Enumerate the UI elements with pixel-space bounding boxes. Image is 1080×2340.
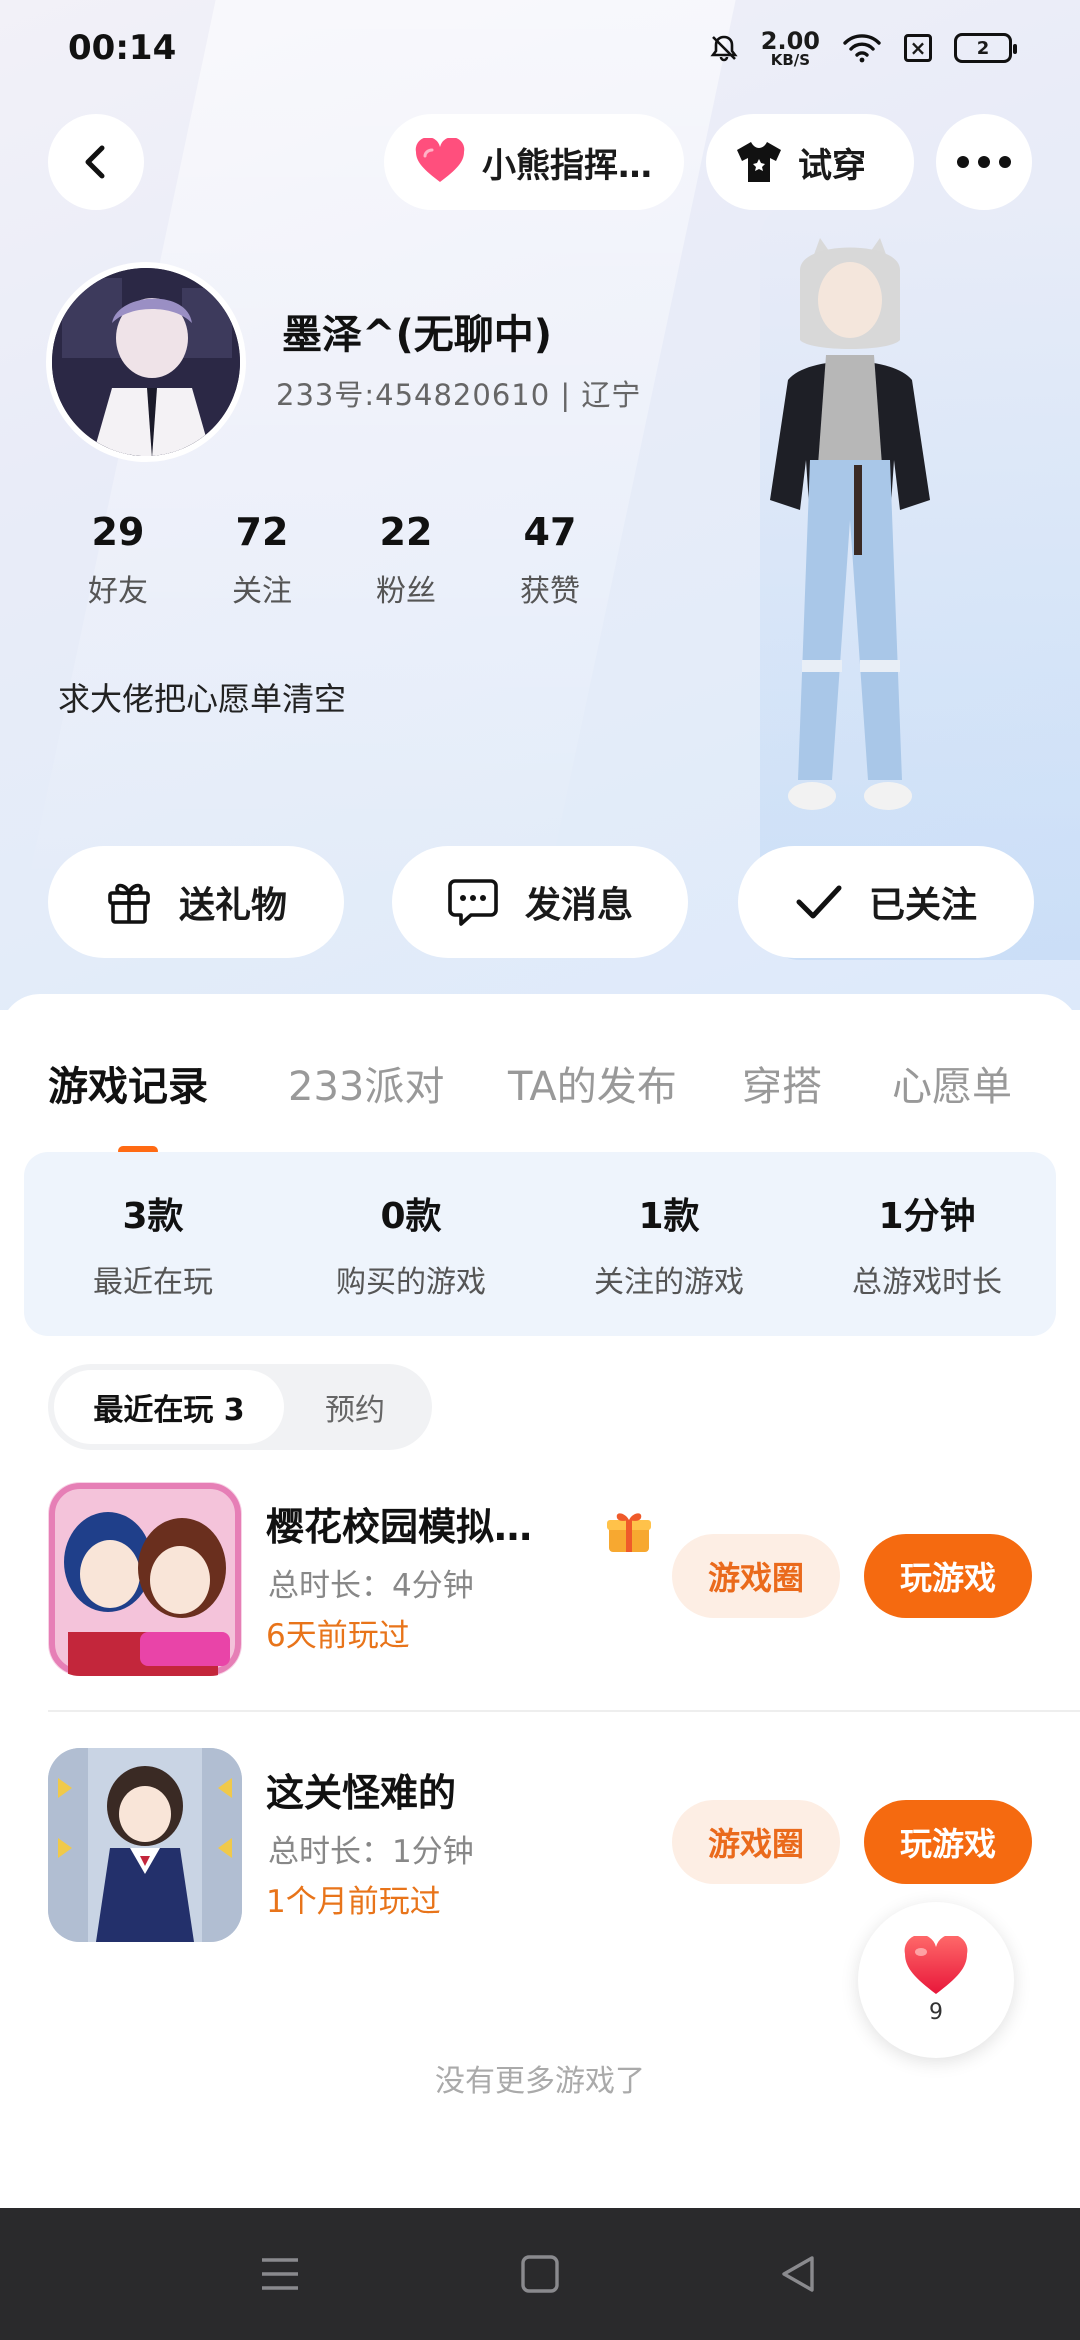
- summary-followed: 1款 关注的游戏: [594, 1196, 744, 1300]
- menu-lines-icon: [262, 2258, 298, 2290]
- profile-stats: 29 好友 72 关注 22 粉丝 47 获赞: [46, 510, 622, 610]
- mini-game-button[interactable]: 小熊指挥…: [384, 114, 684, 210]
- status-icons: 2.00 KB/S × 2: [709, 26, 1017, 69]
- back-key[interactable]: [766, 2242, 830, 2306]
- tshirt-icon: [737, 142, 781, 182]
- try-on-label: 试穿: [798, 145, 866, 186]
- menu-key[interactable]: [248, 2242, 312, 2306]
- play-game-button[interactable]: 玩游戏: [864, 1800, 1032, 1884]
- message-bubble-icon: [448, 879, 498, 926]
- gift-box-icon[interactable]: [604, 1508, 654, 1554]
- no-more-games-text: 没有更多游戏了: [435, 2064, 645, 2099]
- like-button[interactable]: 9: [858, 1902, 1014, 2058]
- stat-likes[interactable]: 47 获赞: [478, 510, 622, 610]
- game-list-segment: 最近在玩 3 预约: [48, 1364, 432, 1450]
- summary-recent: 3款 最近在玩: [93, 1196, 213, 1300]
- game-last-played: 6天前玩过: [266, 1618, 410, 1654]
- status-bar: 00:14 2.00 KB/S × 2: [0, 0, 1080, 96]
- tab-posts[interactable]: TA的发布: [508, 1054, 677, 1112]
- divider: [48, 1710, 1080, 1712]
- avatar-illustration: [52, 268, 240, 456]
- summary-total-time: 1分钟 总游戏时长: [852, 1196, 1002, 1300]
- network-speed: 2.00 KB/S: [760, 26, 820, 69]
- like-count: 9: [929, 1999, 943, 2025]
- bio: 求大佬把心愿单清空: [58, 680, 347, 718]
- game-name: 这关怪难的: [266, 1771, 457, 1815]
- stat-friends[interactable]: 29 好友: [46, 510, 190, 610]
- stat-fans[interactable]: 22 粉丝: [334, 510, 478, 610]
- game-icon-sakura-school[interactable]: [48, 1482, 242, 1676]
- summary-purchased: 0款 购买的游戏: [336, 1196, 486, 1300]
- segment-reserved[interactable]: 预约: [284, 1370, 426, 1444]
- user-id-location: 233号:454820610 | 辽宁: [276, 378, 642, 412]
- game-row[interactable]: 樱花校园模拟… 总时长：4分钟 6天前玩过 游戏圈 玩游戏: [0, 1482, 1080, 1682]
- followed-button[interactable]: 已关注: [738, 846, 1034, 958]
- send-message-button[interactable]: 发消息: [392, 846, 688, 958]
- more-options-button[interactable]: [936, 114, 1032, 210]
- send-gift-button[interactable]: 送礼物: [48, 846, 344, 958]
- back-triangle-icon: [782, 2256, 814, 2292]
- game-total-time: 总时长：4分钟: [268, 1568, 474, 1604]
- game-circle-button[interactable]: 游戏圈: [672, 1800, 840, 1884]
- heart-icon: [415, 138, 465, 182]
- avatar-character-figure: [770, 238, 930, 810]
- battery-icon: 2: [954, 33, 1017, 63]
- system-navigation-bar: [0, 2208, 1080, 2340]
- tab-game-records[interactable]: 游戏记录: [48, 1054, 208, 1112]
- segment-recent-playing[interactable]: 最近在玩 3: [54, 1370, 284, 1444]
- stat-following[interactable]: 72 关注: [190, 510, 334, 610]
- game-total-time: 总时长：1分钟: [268, 1834, 474, 1870]
- game-name: 樱花校园模拟…: [266, 1505, 533, 1549]
- tab-outfits[interactable]: 穿搭: [742, 1054, 822, 1112]
- game-circle-button[interactable]: 游戏圈: [672, 1534, 840, 1618]
- nickname: 墨泽^(无聊中): [282, 312, 553, 358]
- home-key[interactable]: [508, 2242, 572, 2306]
- no-sim-icon: ×: [904, 34, 932, 62]
- avatar[interactable]: [46, 262, 246, 462]
- back-button[interactable]: [48, 114, 144, 210]
- play-game-button[interactable]: 玩游戏: [864, 1534, 1032, 1618]
- try-on-button[interactable]: 试穿: [706, 114, 914, 210]
- profile-tabs: 游戏记录 233派对 TA的发布 穿搭 心愿单: [0, 1024, 1080, 1156]
- mini-game-label: 小熊指挥…: [482, 145, 652, 186]
- game-icon-tricky-level[interactable]: [48, 1748, 242, 1942]
- wifi-icon: [843, 34, 881, 63]
- more-dots-icon: [957, 156, 1011, 168]
- chevron-left-icon: [85, 145, 105, 179]
- check-icon: [796, 885, 842, 919]
- game-summary-card: 3款 最近在玩 0款 购买的游戏 1款 关注的游戏 1分钟 总游戏时长: [24, 1152, 1056, 1336]
- tab-233-party[interactable]: 233派对: [288, 1054, 444, 1112]
- home-square-icon: [521, 2255, 559, 2293]
- heart-icon: [904, 1935, 968, 1994]
- tab-wishlist[interactable]: 心愿单: [892, 1054, 1012, 1112]
- game-last-played: 1个月前玩过: [266, 1884, 441, 1920]
- status-time: 00:14: [68, 28, 177, 68]
- bell-muted-icon: [710, 35, 738, 62]
- gift-icon: [108, 883, 150, 924]
